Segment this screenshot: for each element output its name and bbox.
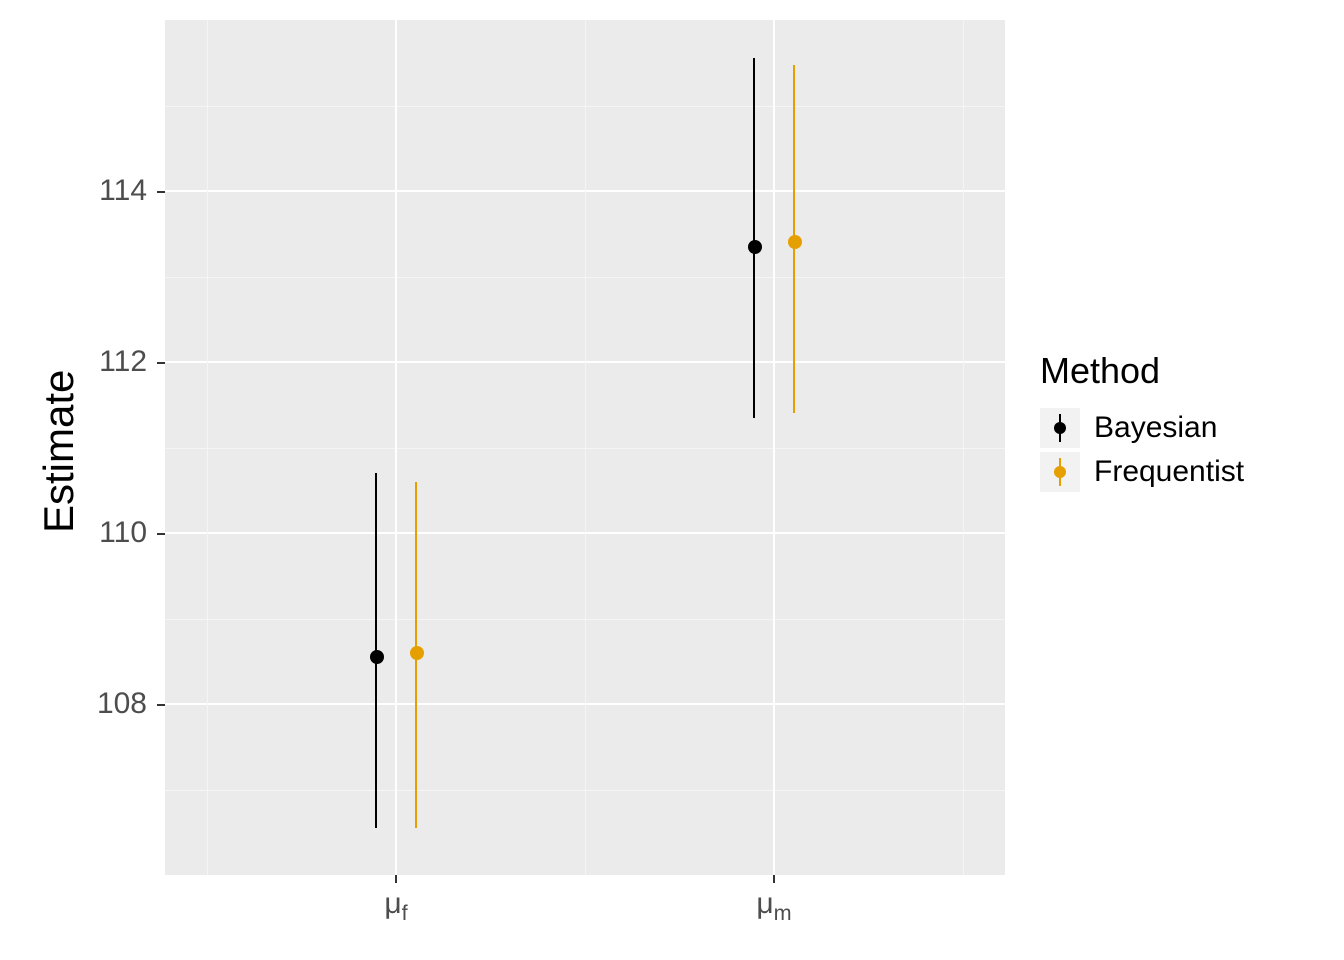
legend-item: Frequentist bbox=[1040, 450, 1244, 494]
legend-key-icon bbox=[1040, 408, 1080, 448]
legend-label: Frequentist bbox=[1094, 455, 1244, 489]
legend-key-icon bbox=[1040, 452, 1080, 492]
legend-title: Method bbox=[1040, 350, 1244, 392]
y-axis-title: Estimate bbox=[35, 369, 83, 532]
point-estimate bbox=[410, 646, 424, 660]
legend: Method Bayesian Frequentist bbox=[1040, 350, 1244, 494]
point-estimate bbox=[748, 240, 762, 254]
legend-label: Bayesian bbox=[1094, 411, 1217, 445]
point-estimate bbox=[370, 650, 384, 664]
chart-container: 108110112114 μfμm Estimate Method Bayesi… bbox=[0, 0, 1344, 960]
x-tick-label: μf bbox=[384, 887, 407, 926]
error-bar bbox=[753, 58, 755, 417]
x-tick-label: μm bbox=[756, 887, 791, 926]
legend-item: Bayesian bbox=[1040, 406, 1244, 450]
y-tick-label: 114 bbox=[47, 176, 147, 206]
y-tick-label: 108 bbox=[47, 689, 147, 719]
